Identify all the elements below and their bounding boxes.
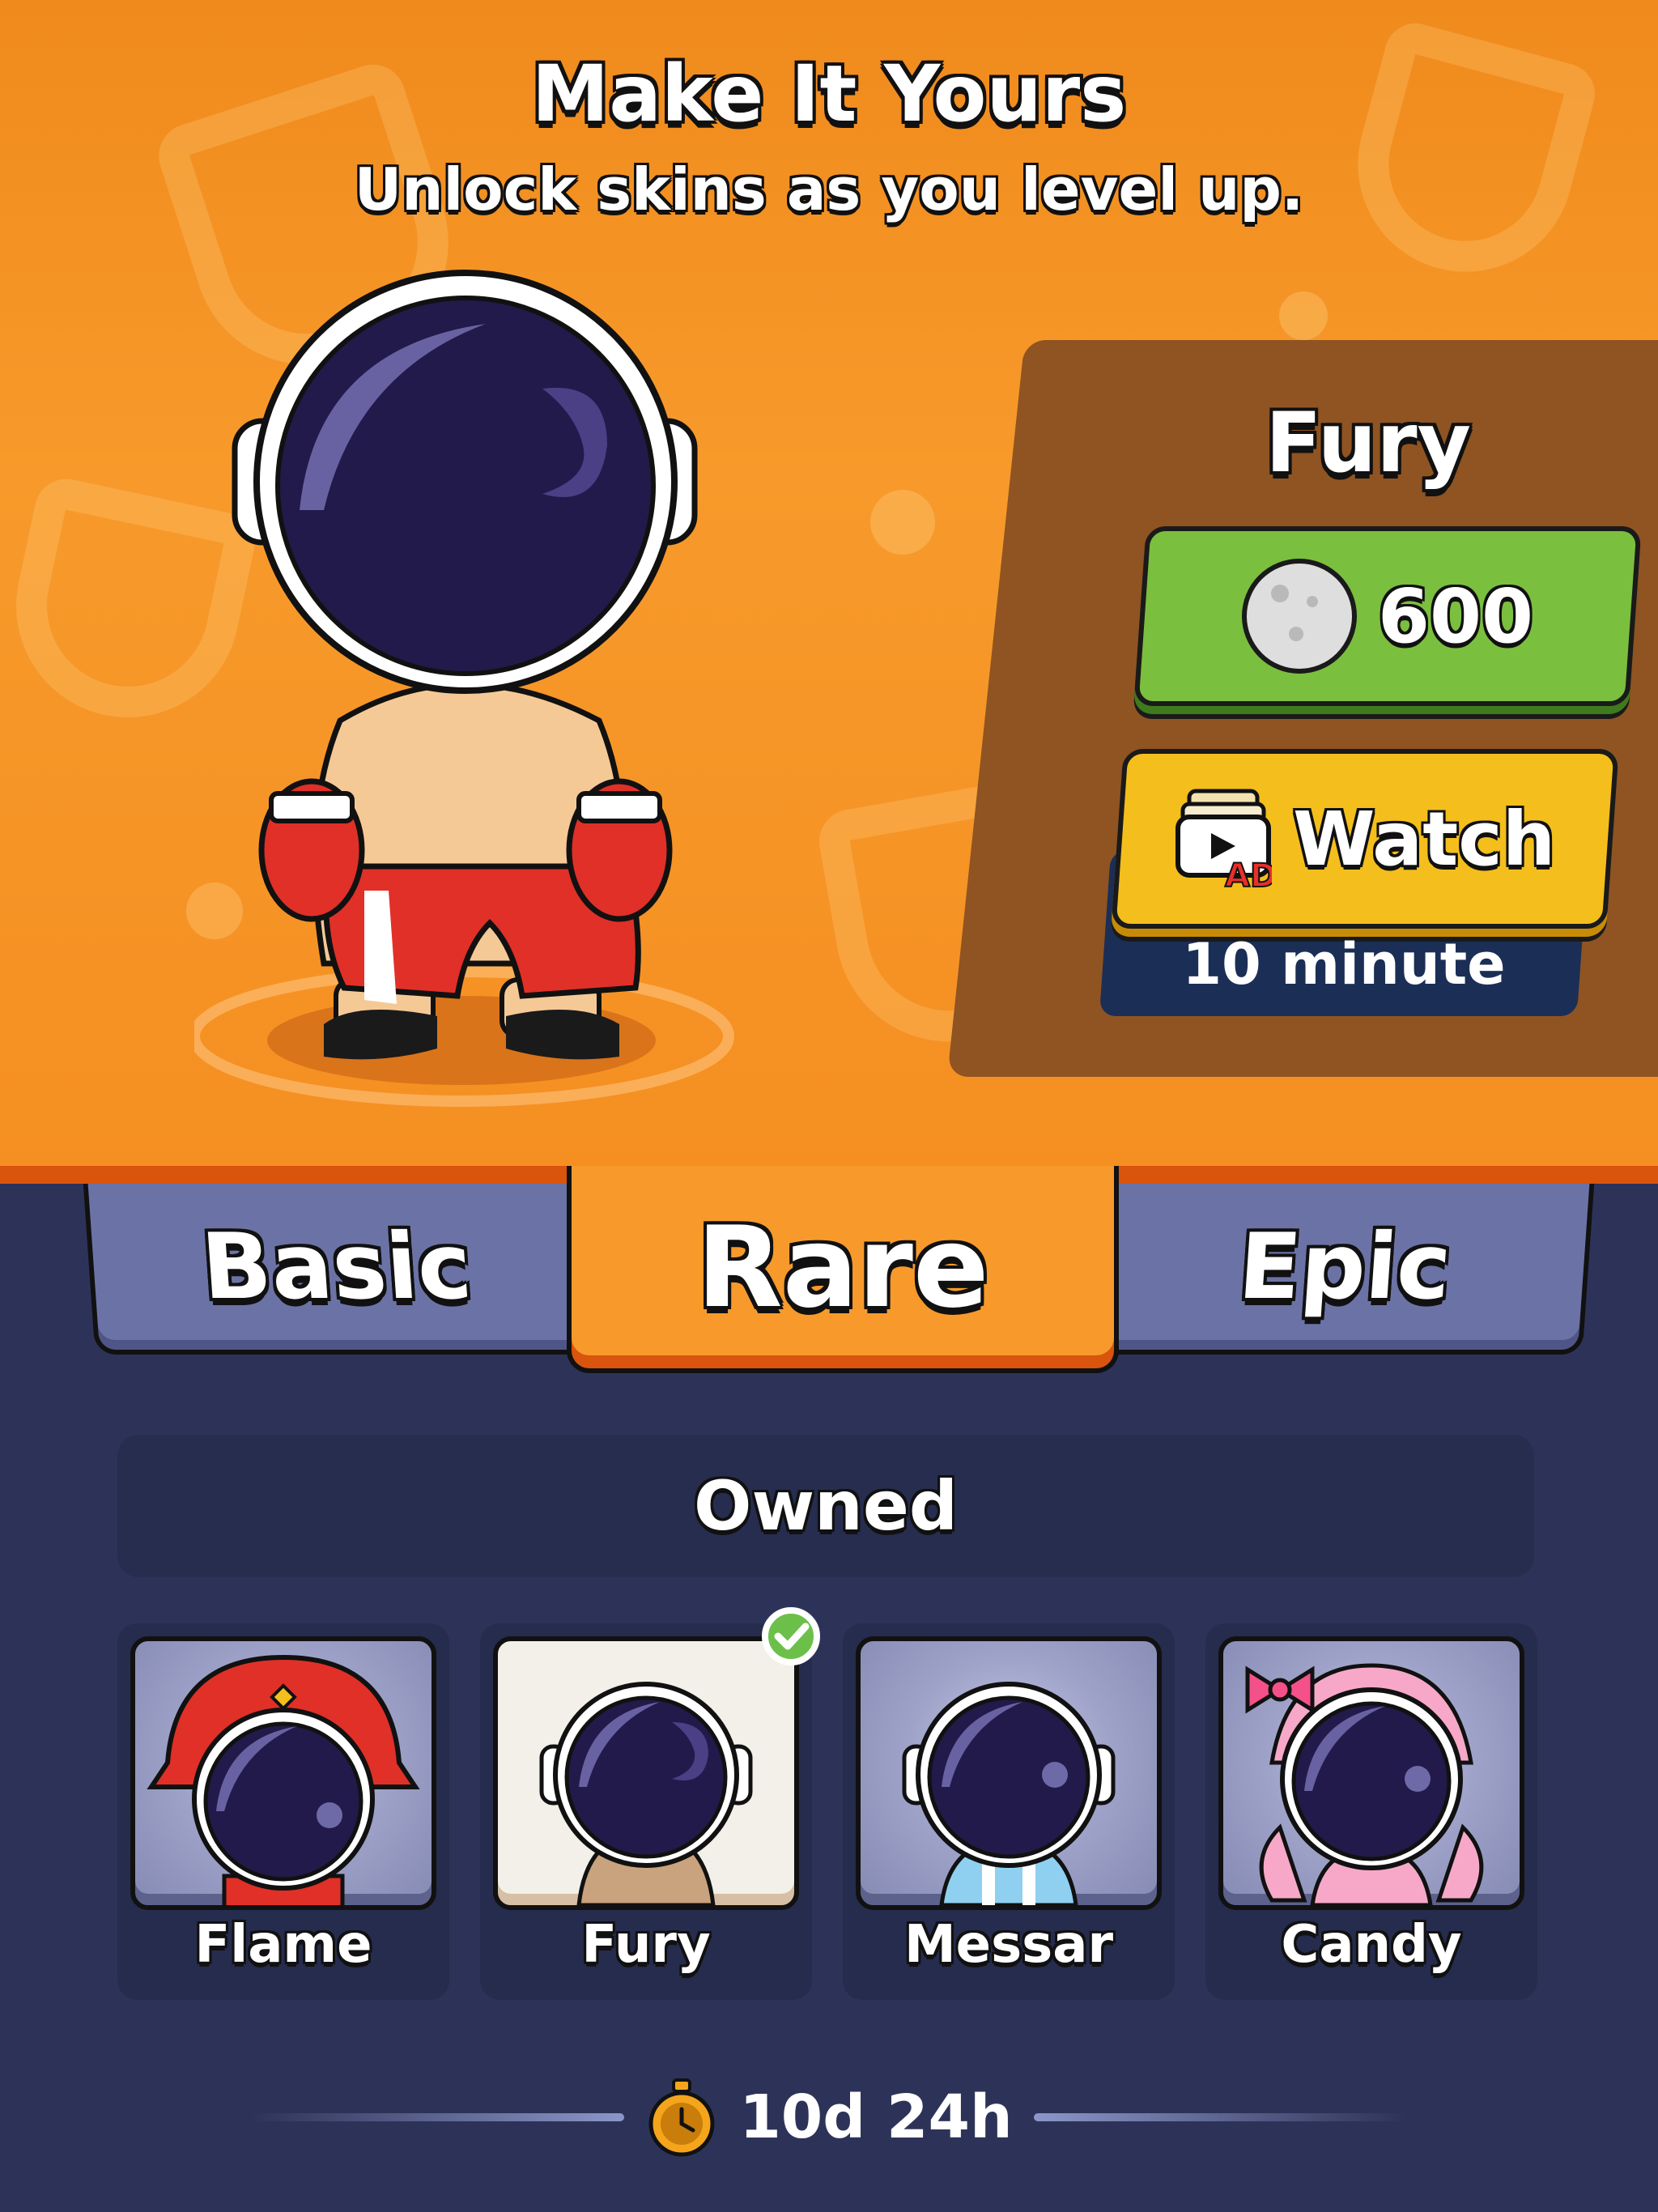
fury-skin-icon xyxy=(539,1682,753,1905)
page-subtitle: Unlock skins as you level up. xyxy=(354,155,1304,223)
skin-thumbnail xyxy=(130,1636,436,1910)
skin-thumbnail-selected xyxy=(493,1636,799,1910)
messar-skin-icon xyxy=(902,1682,1116,1905)
tab-epic-label: Epic xyxy=(1235,1214,1455,1320)
timer-text: 10d 24h xyxy=(739,2082,1013,2152)
skin-card-fury[interactable]: Fury xyxy=(480,1607,820,2000)
tab-rare-label: Rare xyxy=(696,1202,989,1333)
section-header-owned: Owned xyxy=(117,1435,1534,1577)
moon-coin-icon xyxy=(1241,559,1357,674)
background-dot xyxy=(1279,291,1328,340)
watch-label: Watch xyxy=(1292,795,1556,883)
page-title: Make It Yours xyxy=(531,49,1127,139)
background-dot xyxy=(870,490,935,555)
ad-video-icon: AD xyxy=(1175,789,1272,891)
svg-text:AD: AD xyxy=(1225,857,1272,891)
stopwatch-icon xyxy=(648,2078,715,2157)
skin-name: Messar xyxy=(903,1915,1114,1975)
price-label: 600 xyxy=(1377,572,1534,660)
skin-thumbnail xyxy=(856,1636,1162,1910)
section-label: Owned xyxy=(694,1466,958,1546)
tab-epic[interactable]: Epic xyxy=(1095,1184,1595,1355)
skin-thumbnail xyxy=(1218,1636,1524,1910)
skin-card-flame[interactable]: Flame xyxy=(117,1623,449,2000)
tab-basic[interactable]: Basic xyxy=(83,1184,591,1355)
season-timer: 10d 24h xyxy=(0,2065,1658,2170)
character-preview xyxy=(194,270,734,1107)
tab-basic-label: Basic xyxy=(198,1214,475,1320)
skin-name: Flame xyxy=(194,1915,372,1975)
skin-card-messar[interactable]: Messar xyxy=(843,1623,1175,2000)
watch-ad-button[interactable]: AD Watch xyxy=(1111,749,1619,929)
skin-name: Fury xyxy=(581,1915,711,1975)
offer-skin-name: Fury xyxy=(1265,395,1471,491)
buy-with-coins-button[interactable]: 600 xyxy=(1133,526,1642,706)
divider-left xyxy=(252,2113,625,2121)
watch-cooldown-text: 10 minute xyxy=(1182,931,1506,998)
tab-rare[interactable]: Rare xyxy=(567,1166,1119,1373)
selected-check-icon xyxy=(762,1607,820,1665)
divider-right xyxy=(1033,2113,1406,2121)
skin-name: Candy xyxy=(1281,1915,1462,1975)
flame-skin-icon xyxy=(147,1654,420,1905)
skin-card-candy[interactable]: Candy xyxy=(1205,1623,1537,2000)
candy-skin-icon xyxy=(1245,1663,1484,1905)
